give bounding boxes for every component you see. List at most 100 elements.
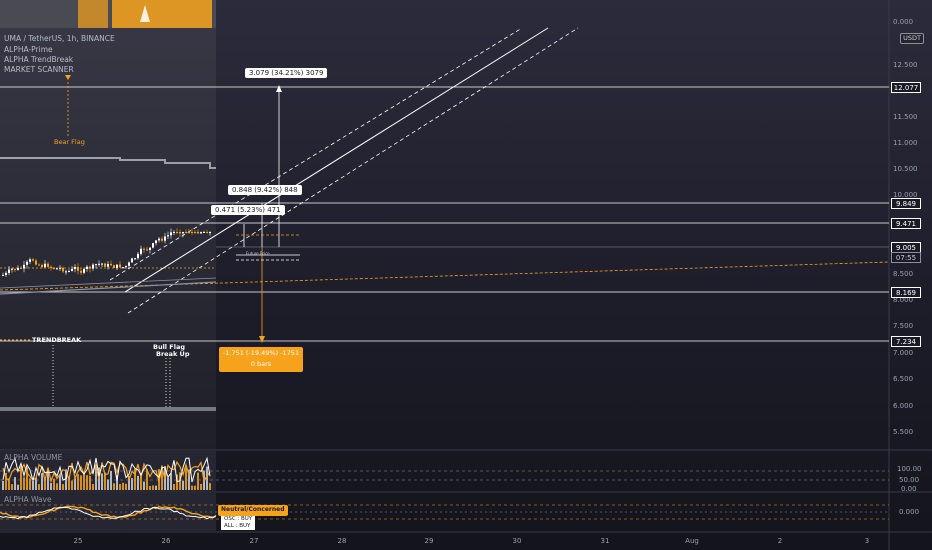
candle-body — [113, 265, 115, 268]
candle-body — [179, 232, 181, 234]
volume-bar — [101, 473, 103, 490]
volume-bar — [71, 480, 73, 490]
volume-bar — [62, 484, 64, 490]
countdown-label: 07:55 — [891, 252, 921, 263]
candle-body — [173, 232, 175, 233]
candle-body — [74, 267, 76, 269]
price-tick: 6.500 — [893, 375, 914, 383]
candle-body — [176, 232, 178, 233]
volume-bar — [122, 482, 124, 490]
candle-body — [149, 247, 151, 250]
volume-bar — [194, 485, 196, 490]
volume-bar — [56, 483, 58, 490]
price-tick: 0.000 — [893, 18, 914, 26]
volume-bar — [50, 483, 52, 490]
measure-down-text: -1.751 (-19.49%) -1751 — [222, 349, 300, 357]
measure-down-bars: 0 bars — [250, 360, 272, 368]
price-tick: 7.000 — [893, 349, 914, 357]
candle-body — [143, 248, 145, 250]
volume-bar — [143, 481, 145, 490]
indicator-alpha-prime[interactable]: ALPHA-Prime — [4, 45, 53, 54]
date-tick: 25 — [73, 537, 83, 545]
indicator-alpha-trendbreak[interactable]: ALPHA TrendBreak — [4, 55, 73, 64]
indicator-market-scanner[interactable]: MARKET SCANNER — [4, 65, 74, 74]
candle-body — [188, 232, 190, 233]
candle-body — [5, 272, 7, 275]
candle-body — [89, 266, 91, 269]
candle-body — [71, 268, 73, 271]
volume-bar — [53, 478, 55, 490]
candle-body — [29, 259, 31, 262]
candle-body — [14, 268, 16, 271]
candle-body — [167, 235, 169, 237]
measure-box-848[interactable]: 0.848 (9.42%) 848 — [228, 185, 302, 195]
candle-body — [98, 263, 100, 265]
candle-body — [17, 267, 19, 271]
price-tick: 10.500 — [893, 165, 918, 173]
date-tick: 3 — [864, 537, 870, 545]
measure-box-471[interactable]: 0.471 (5.23%) 471 — [211, 205, 285, 215]
candle-body — [164, 236, 166, 241]
measure-box-down[interactable]: -1.751 (-19.49%) -1751 0 bars — [219, 347, 303, 372]
volume-bar — [182, 480, 184, 490]
candle-body — [65, 271, 67, 273]
volume-bar — [38, 484, 40, 490]
candle-body — [158, 238, 160, 241]
candle-body — [50, 266, 52, 268]
volume-tick: 50.00 — [899, 476, 920, 484]
candle-body — [131, 258, 133, 263]
volume-bar — [167, 477, 169, 490]
volume-pane-title[interactable]: ALPHA VOLUME — [4, 453, 62, 462]
candle-body — [170, 232, 172, 236]
volume-bar — [86, 475, 88, 490]
candle-body — [155, 240, 157, 244]
candle-body — [11, 268, 13, 270]
candle-body — [122, 267, 124, 269]
volume-bar — [59, 474, 61, 490]
volume-bar — [14, 477, 16, 490]
candle-body — [200, 232, 202, 234]
symbol-title[interactable]: UMA / TetherUS, 1h, BINANCE — [4, 34, 115, 43]
candle-body — [128, 262, 130, 266]
volume-bar — [137, 475, 139, 490]
price-tick: 8.500 — [893, 270, 914, 278]
currency-button[interactable]: USDT — [900, 33, 924, 44]
candle-body — [206, 232, 208, 234]
candle-body — [116, 264, 118, 268]
volume-tick: 0.00 — [901, 485, 917, 493]
volume-bar — [80, 475, 82, 490]
candle-body — [56, 268, 58, 270]
candle-body — [101, 263, 103, 265]
date-tick: 30 — [512, 537, 522, 545]
candle-body — [35, 260, 37, 265]
main-chart-canvas[interactable] — [0, 0, 932, 550]
candle-body — [38, 264, 40, 266]
volume-bar — [152, 485, 154, 490]
candle-body — [197, 232, 199, 234]
volume-bar — [197, 472, 199, 490]
measure-box-3079[interactable]: 3.079 (34.21%) 3079 — [245, 68, 328, 78]
osc-text: OSC : BUY — [224, 516, 253, 522]
volume-bar — [173, 483, 175, 490]
candle-body — [53, 267, 55, 269]
volume-bar — [44, 478, 46, 490]
candle-body — [104, 263, 106, 267]
candle-body — [95, 264, 97, 266]
candle-body — [44, 263, 46, 268]
wave-pane-title[interactable]: ALPHA Wave — [4, 495, 52, 504]
volume-bar — [92, 484, 94, 490]
candle-body — [86, 266, 88, 269]
wave-tick: 0.000 — [899, 508, 920, 516]
candle-body — [194, 232, 196, 233]
volume-bar — [125, 483, 127, 490]
candle-body — [32, 259, 34, 261]
candle-body — [92, 264, 94, 269]
candle-body — [23, 264, 25, 269]
candle-body — [41, 264, 43, 268]
candle-body — [140, 248, 142, 254]
volume-bar — [17, 484, 19, 490]
candle-body — [182, 232, 184, 234]
volume-bar — [77, 474, 79, 490]
candle-body — [119, 264, 121, 268]
candle-body — [161, 238, 163, 241]
